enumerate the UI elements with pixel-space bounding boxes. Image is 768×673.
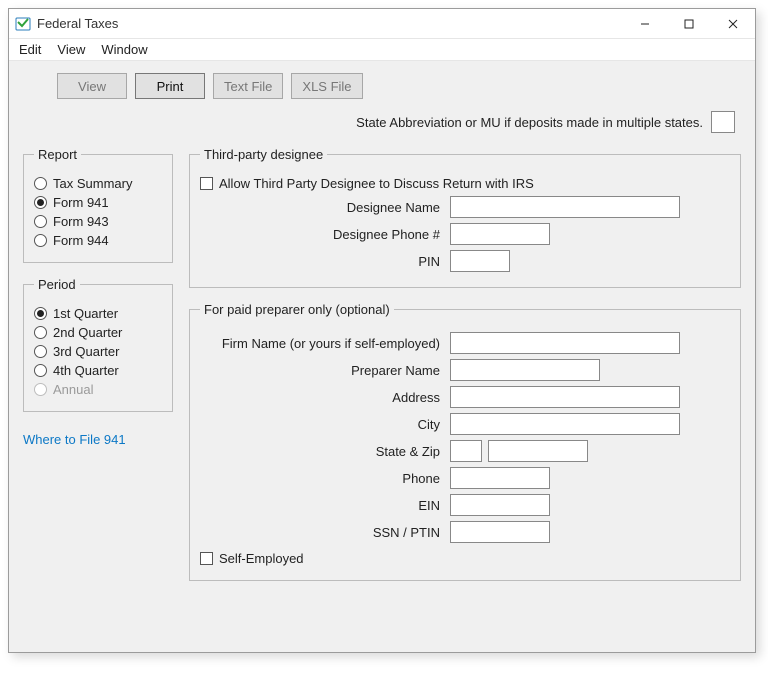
close-button[interactable] <box>711 9 755 39</box>
radio-label: Form 944 <box>53 233 109 248</box>
app-icon <box>15 16 31 32</box>
state-zip-label: State & Zip <box>200 444 450 459</box>
toolbar: View Print Text File XLS File <box>23 73 741 99</box>
radio-label: Form 941 <box>53 195 109 210</box>
checkbox-icon <box>200 552 213 565</box>
titlebar: Federal Taxes <box>9 9 755 39</box>
firm-name-input[interactable] <box>450 332 680 354</box>
radio-icon <box>34 234 47 247</box>
radio-form-943[interactable]: Form 943 <box>34 214 162 229</box>
radio-label: 2nd Quarter <box>53 325 122 340</box>
ein-label: EIN <box>200 498 450 513</box>
right-column: Third-party designee Allow Third Party D… <box>189 147 741 595</box>
radio-icon <box>34 364 47 377</box>
report-legend: Report <box>34 147 81 162</box>
period-legend: Period <box>34 277 80 292</box>
city-label: City <box>200 417 450 432</box>
radio-form-941[interactable]: Form 941 <box>34 195 162 210</box>
phone-input[interactable] <box>450 467 550 489</box>
state-abbrev-row: State Abbreviation or MU if deposits mad… <box>23 111 741 133</box>
radio-label: 3rd Quarter <box>53 344 119 359</box>
designee-phone-label: Designee Phone # <box>200 227 450 242</box>
checkbox-label: Self-Employed <box>219 551 304 566</box>
preparer-legend: For paid preparer only (optional) <box>200 302 394 317</box>
zip-input[interactable] <box>488 440 588 462</box>
report-group: Report Tax Summary Form 941 Form 943 <box>23 147 173 263</box>
radio-icon <box>34 383 47 396</box>
preparer-name-input[interactable] <box>450 359 600 381</box>
print-button[interactable]: Print <box>135 73 205 99</box>
radio-form-944[interactable]: Form 944 <box>34 233 162 248</box>
menu-edit[interactable]: Edit <box>11 40 49 59</box>
menu-window[interactable]: Window <box>93 40 155 59</box>
self-employed-checkbox[interactable]: Self-Employed <box>200 551 730 566</box>
window-controls <box>623 9 755 39</box>
designee-legend: Third-party designee <box>200 147 327 162</box>
minimize-icon <box>640 19 650 29</box>
designee-phone-input[interactable] <box>450 223 550 245</box>
radio-label: Form 943 <box>53 214 109 229</box>
minimize-button[interactable] <box>623 9 667 39</box>
checkbox-icon <box>200 177 213 190</box>
radio-icon <box>34 326 47 339</box>
radio-icon <box>34 307 47 320</box>
left-column: Report Tax Summary Form 941 Form 943 <box>23 147 173 595</box>
address-input[interactable] <box>450 386 680 408</box>
ssn-ptin-label: SSN / PTIN <box>200 525 450 540</box>
state-input[interactable] <box>450 440 482 462</box>
radio-label: 1st Quarter <box>53 306 118 321</box>
radio-label: 4th Quarter <box>53 363 119 378</box>
city-input[interactable] <box>450 413 680 435</box>
designee-pin-input[interactable] <box>450 250 510 272</box>
radio-label: Annual <box>53 382 93 397</box>
xlsfile-button[interactable]: XLS File <box>291 73 362 99</box>
maximize-icon <box>684 19 694 29</box>
where-to-file-link[interactable]: Where to File 941 <box>23 432 126 447</box>
preparer-name-label: Preparer Name <box>200 363 450 378</box>
period-group: Period 1st Quarter 2nd Quarter 3rd Quart… <box>23 277 173 412</box>
window-title: Federal Taxes <box>37 16 623 31</box>
maximize-button[interactable] <box>667 9 711 39</box>
ssn-ptin-input[interactable] <box>450 521 550 543</box>
close-icon <box>728 19 738 29</box>
radio-icon <box>34 215 47 228</box>
radio-q4[interactable]: 4th Quarter <box>34 363 162 378</box>
menu-view[interactable]: View <box>49 40 93 59</box>
phone-label: Phone <box>200 471 450 486</box>
allow-designee-checkbox[interactable]: Allow Third Party Designee to Discuss Re… <box>200 176 730 191</box>
checkbox-label: Allow Third Party Designee to Discuss Re… <box>219 176 534 191</box>
app-window: Federal Taxes Edit View Window View Prin… <box>8 8 756 653</box>
address-label: Address <box>200 390 450 405</box>
view-button[interactable]: View <box>57 73 127 99</box>
radio-annual: Annual <box>34 382 162 397</box>
ein-input[interactable] <box>450 494 550 516</box>
state-abbrev-label: State Abbreviation or MU if deposits mad… <box>356 115 703 130</box>
designee-pin-label: PIN <box>200 254 450 269</box>
radio-tax-summary[interactable]: Tax Summary <box>34 176 162 191</box>
menubar: Edit View Window <box>9 39 755 61</box>
client-area: View Print Text File XLS File State Abbr… <box>9 61 755 652</box>
designee-name-input[interactable] <box>450 196 680 218</box>
radio-icon <box>34 345 47 358</box>
radio-icon <box>34 196 47 209</box>
radio-label: Tax Summary <box>53 176 132 191</box>
designee-group: Third-party designee Allow Third Party D… <box>189 147 741 288</box>
radio-icon <box>34 177 47 190</box>
textfile-button[interactable]: Text File <box>213 73 283 99</box>
state-abbrev-input[interactable] <box>711 111 735 133</box>
preparer-group: For paid preparer only (optional) Firm N… <box>189 302 741 581</box>
firm-name-label: Firm Name (or yours if self-employed) <box>200 336 450 351</box>
designee-name-label: Designee Name <box>200 200 450 215</box>
radio-q1[interactable]: 1st Quarter <box>34 306 162 321</box>
radio-q2[interactable]: 2nd Quarter <box>34 325 162 340</box>
radio-q3[interactable]: 3rd Quarter <box>34 344 162 359</box>
